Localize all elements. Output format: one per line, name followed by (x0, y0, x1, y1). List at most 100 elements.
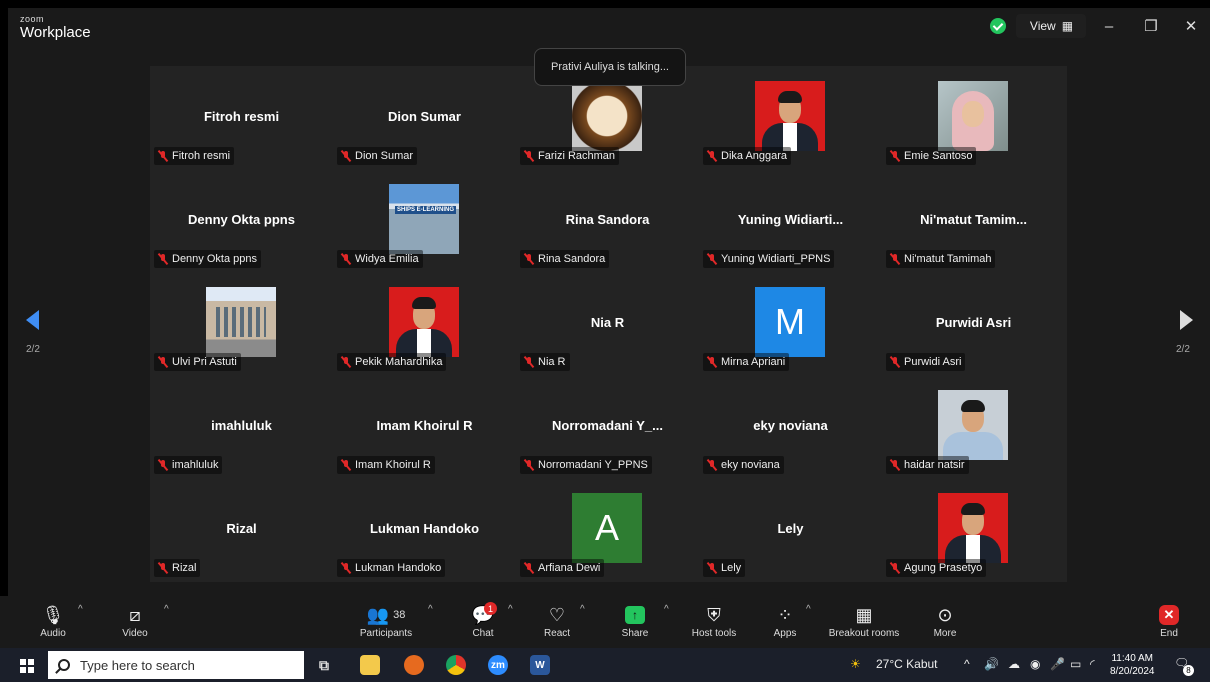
participant-tile[interactable]: Rina Sandora Rina Sandora (516, 169, 699, 272)
participant-label-text: Agung Prasetyo (904, 562, 983, 574)
participant-tile[interactable]: Denny Okta ppns Denny Okta ppns (150, 169, 333, 272)
share-button[interactable]: ↑ Share (618, 602, 652, 646)
show-hidden-icons-icon[interactable]: ^ (964, 657, 970, 671)
participant-tile[interactable]: M Mirna Apriani (699, 272, 882, 375)
participant-name-display: Ni'matut Tamim... (920, 212, 1027, 227)
participant-tile[interactable]: Norromadani Y_... Norromadani Y_PPNS (516, 375, 699, 478)
video-options-caret-icon[interactable]: ^ (164, 604, 169, 615)
restore-button[interactable]: ❐ (1136, 14, 1166, 38)
profile-photo (938, 81, 1008, 151)
participant-tile[interactable]: Lukman Handoko Lukman Handoko (333, 478, 516, 581)
mic-muted-icon (341, 562, 351, 574)
profile-photo (938, 493, 1008, 563)
participant-tile[interactable]: Emie Santoso (882, 66, 1065, 169)
react-button[interactable]: ♡ React (540, 602, 574, 646)
apps-button[interactable]: ⁘ Apps (770, 602, 800, 646)
heart-icon: ♡ (548, 604, 566, 625)
end-button[interactable]: ✕ End (1154, 602, 1184, 646)
windows-start-icon[interactable] (20, 659, 34, 673)
word-app-icon[interactable]: W (530, 655, 550, 675)
participant-tile[interactable]: Purwidi Asri Purwidi Asri (882, 272, 1065, 375)
apps-caret-icon[interactable]: ^ (806, 604, 811, 615)
participant-label: Fitroh resmi (154, 147, 235, 165)
participant-label: Nia R (520, 353, 570, 371)
participant-tile[interactable]: Yuning Widiarti... Yuning Widiarti_PPNS (699, 169, 882, 272)
host-tools-button[interactable]: ⛨ Host tools (688, 602, 740, 646)
encryption-shield-icon[interactable] (990, 18, 1006, 34)
mic-tray-icon[interactable]: 🎤 (1050, 657, 1065, 671)
firefox-icon[interactable] (404, 655, 424, 675)
participant-label-text: eky noviana (721, 459, 780, 471)
brand-name: Workplace (20, 24, 91, 41)
participant-tile[interactable]: Lely Lely (699, 478, 882, 581)
participant-name-display: Purwidi Asri (935, 315, 1012, 330)
participant-tile[interactable]: haidar natsir (882, 375, 1065, 478)
participant-name-display: Dion Sumar (388, 109, 461, 124)
share-label: Share (621, 628, 649, 639)
participants-caret-icon[interactable]: ^ (428, 604, 433, 615)
next-page-arrow-icon[interactable] (1180, 310, 1193, 330)
participant-tile[interactable]: imahluluk imahluluk (150, 375, 333, 478)
participant-label: Lely (703, 559, 746, 577)
participant-label: Mirna Apriani (703, 353, 790, 371)
mic-muted-icon (158, 150, 168, 162)
weather-text[interactable]: 27°C Kabut (876, 657, 938, 671)
view-button[interactable]: View ▦ (1016, 14, 1086, 38)
chat-button[interactable]: 💬 1 Chat (466, 602, 500, 646)
file-explorer-icon[interactable] (360, 655, 380, 675)
chrome-icon[interactable] (446, 655, 466, 675)
more-button[interactable]: ⊙ More (928, 602, 962, 646)
profile-photo-building (206, 287, 276, 357)
close-button[interactable]: ✕ (1176, 14, 1206, 38)
video-button[interactable]: ⧄ Video (118, 602, 152, 646)
chat-caret-icon[interactable]: ^ (508, 604, 513, 615)
weather-icon[interactable]: ☀ (850, 657, 861, 671)
grid-icon: ▦ (1061, 19, 1073, 33)
more-label: More (933, 628, 957, 639)
participant-label-text: Ni'matut Tamimah (904, 253, 992, 265)
wifi-icon[interactable]: ◜ (1090, 657, 1095, 671)
zoom-app-icon[interactable]: zm (488, 655, 508, 675)
participant-tile[interactable]: A Arfiana Dewi (516, 478, 699, 581)
participant-label-text: Nia R (538, 356, 566, 368)
participant-name-display: eky noviana (753, 418, 828, 433)
task-view-icon[interactable]: ⧉ (314, 655, 334, 675)
participant-tile[interactable]: Dion Sumar Dion Sumar (333, 66, 516, 169)
audio-button[interactable]: 🎙 Audio (36, 602, 70, 646)
mic-muted-icon (707, 459, 717, 471)
volume-icon[interactable]: 🔊 (984, 657, 999, 671)
participant-label: Farizi Rachman (520, 147, 620, 165)
participant-label-text: Denny Okta ppns (172, 253, 257, 265)
participant-tile[interactable]: Pekik Mahardhika (333, 272, 516, 375)
participant-tile[interactable]: eky noviana eky noviana (699, 375, 882, 478)
participants-count: 38 (393, 609, 406, 621)
profile-photo (938, 390, 1008, 460)
participant-tile[interactable]: Ni'matut Tamim... Ni'matut Tamimah (882, 169, 1065, 272)
participant-tile[interactable]: Fitroh resmi Fitroh resmi (150, 66, 333, 169)
participant-tile[interactable]: SHIPS E-LEARNING Widya Emilia (333, 169, 516, 272)
battery-icon[interactable]: ▭ (1070, 657, 1081, 671)
cloud-icon[interactable]: ☁ (1008, 657, 1020, 671)
participant-label-text: Pekik Mahardhika (355, 356, 443, 368)
mic-muted-icon (524, 253, 534, 265)
participant-label-text: Fitroh resmi (172, 150, 231, 162)
audio-options-caret-icon[interactable]: ^ (78, 604, 83, 615)
chat-label: Chat (472, 628, 494, 639)
minimize-button[interactable]: – (1094, 14, 1124, 38)
system-clock[interactable]: 11:40 AM 8/20/2024 (1110, 652, 1155, 678)
react-caret-icon[interactable]: ^ (580, 604, 585, 615)
participant-tile[interactable]: Dika Anggara (699, 66, 882, 169)
prev-page-arrow-icon[interactable] (26, 310, 39, 330)
breakout-rooms-button[interactable]: ▦ Breakout rooms (824, 602, 904, 646)
participant-tile[interactable]: Ulvi Pri Astuti (150, 272, 333, 375)
participant-name-display: Norromadani Y_... (551, 418, 663, 433)
participants-button[interactable]: 👥 38 Participants (356, 602, 416, 646)
mic-muted-icon (890, 253, 900, 265)
participant-tile[interactable]: Agung Prasetyo (882, 478, 1065, 581)
share-caret-icon[interactable]: ^ (664, 604, 669, 615)
participant-tile[interactable]: Imam Khoirul R Imam Khoirul R (333, 375, 516, 478)
participant-tile[interactable]: Nia R Nia R (516, 272, 699, 375)
participant-tile[interactable]: Rizal Rizal (150, 478, 333, 581)
camera-tray-icon[interactable]: ◉ (1030, 657, 1040, 671)
taskbar-search-box[interactable]: Type here to search (48, 651, 304, 679)
